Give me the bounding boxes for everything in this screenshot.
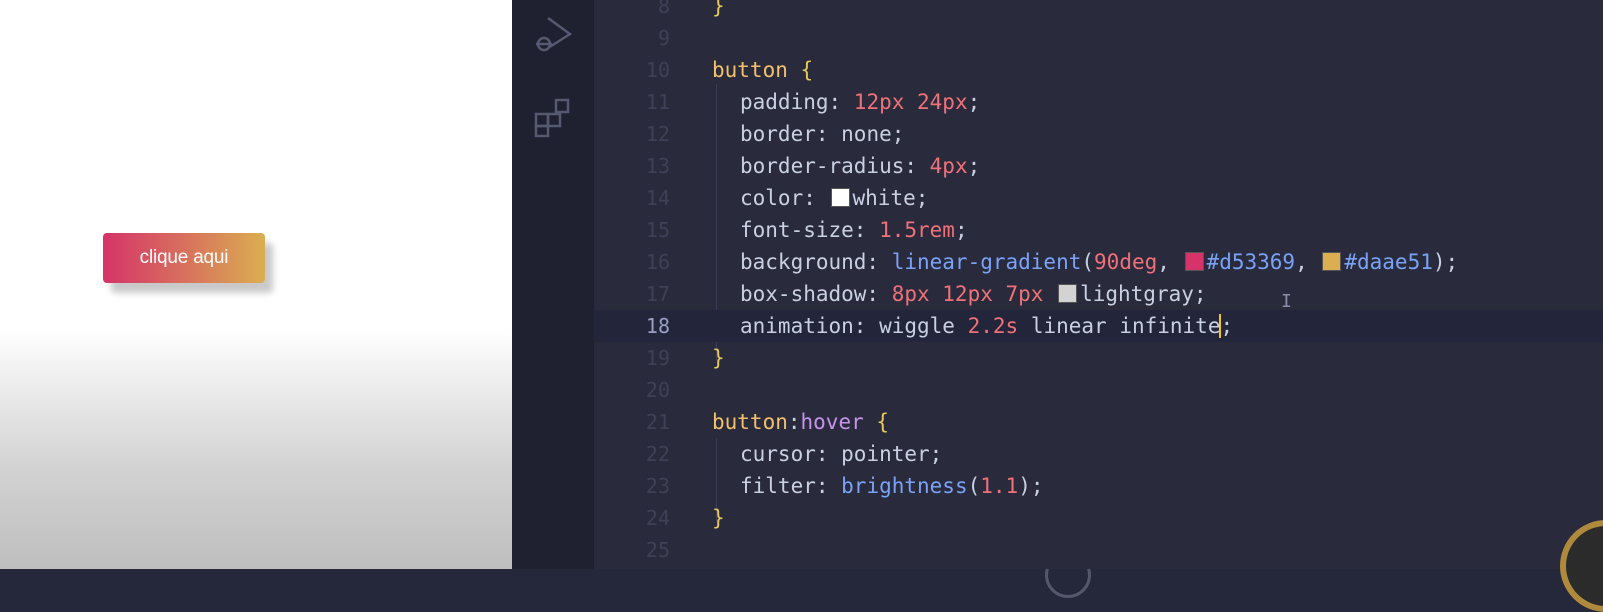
preview-pane: clique aqui xyxy=(0,0,512,569)
code-text: button { xyxy=(712,58,814,82)
code-line: 24 } xyxy=(594,502,1603,534)
code-line: 17 box-shadow: 8px 12px 7px lightgray; xyxy=(594,278,1603,310)
code-text: background: linear-gradient(90deg, #d533… xyxy=(740,250,1459,274)
line-number: 16 xyxy=(645,250,670,274)
code-line-current: 18 animation: wiggle 2.2s linear infinit… xyxy=(594,310,1603,342)
code-line: 13 border-radius: 4px; xyxy=(594,150,1603,182)
line-number: 11 xyxy=(645,90,670,114)
code-text: cursor: pointer; xyxy=(740,442,943,466)
code-line: 11 padding: 12px 24px; xyxy=(594,86,1603,118)
ibeam-cursor-icon: I xyxy=(1281,291,1292,312)
code-line: 16 background: linear-gradient(90deg, #d… xyxy=(594,246,1603,278)
color-swatch-gold[interactable] xyxy=(1322,252,1342,271)
code-line: 15 font-size: 1.5rem; xyxy=(594,214,1603,246)
line-number: 24 xyxy=(645,506,670,530)
clique-aqui-button[interactable]: clique aqui xyxy=(103,233,265,283)
code-text: animation: wiggle 2.2s linear infinite; xyxy=(740,314,1234,338)
code-text: border-radius: 4px; xyxy=(740,154,981,178)
code-text: } xyxy=(712,0,725,18)
color-swatch-lightgray[interactable] xyxy=(1058,284,1078,303)
code-line: 14 color: white; xyxy=(594,182,1603,214)
code-line: 8 } xyxy=(594,0,1603,22)
line-number: 10 xyxy=(645,58,670,82)
code-text: color: white; xyxy=(740,186,929,210)
line-number: 22 xyxy=(645,442,670,466)
line-number: 18 xyxy=(645,314,670,338)
line-number: 23 xyxy=(645,474,670,498)
line-number: 9 xyxy=(657,26,670,50)
line-number: 21 xyxy=(645,410,670,434)
code-line: 12 border: none; xyxy=(594,118,1603,150)
code-line: 9 xyxy=(594,22,1603,54)
code-line: 10 button { xyxy=(594,54,1603,86)
color-swatch-pink[interactable] xyxy=(1184,252,1204,271)
line-number: 8 xyxy=(657,0,670,18)
line-number: 15 xyxy=(645,218,670,242)
code-text: button:hover { xyxy=(712,410,890,434)
code-text: } xyxy=(712,346,725,370)
code-text: box-shadow: 8px 12px 7px lightgray; xyxy=(740,282,1207,306)
line-number: 20 xyxy=(645,378,670,402)
line-number: 17 xyxy=(645,282,670,306)
code-line: 20 xyxy=(594,374,1603,406)
code-line: 25 xyxy=(594,534,1603,566)
line-number: 13 xyxy=(645,154,670,178)
line-number: 25 xyxy=(645,538,670,562)
color-swatch-white[interactable] xyxy=(830,188,850,207)
code-line: 22 cursor: pointer; xyxy=(594,438,1603,470)
line-number: 14 xyxy=(645,186,670,210)
code-line: 19 } xyxy=(594,342,1603,374)
line-number: 19 xyxy=(645,346,670,370)
code-line: 23 filter: brightness(1.1); xyxy=(594,470,1603,502)
extensions-icon[interactable] xyxy=(530,94,576,140)
code-text: font-size: 1.5rem; xyxy=(740,218,968,242)
activity-bar xyxy=(512,0,1091,598)
run-debug-icon[interactable] xyxy=(530,12,576,58)
code-line: 21 button:hover { xyxy=(594,406,1603,438)
code-editor[interactable]: 8 } 9 10 button { 11 padding: 12px 24px;… xyxy=(594,0,1603,569)
code-text: } xyxy=(712,506,725,530)
code-text: padding: 12px 24px; xyxy=(740,90,981,114)
code-text: filter: brightness(1.1); xyxy=(740,474,1044,498)
code-text: border: none; xyxy=(740,122,905,146)
line-number: 12 xyxy=(645,122,670,146)
